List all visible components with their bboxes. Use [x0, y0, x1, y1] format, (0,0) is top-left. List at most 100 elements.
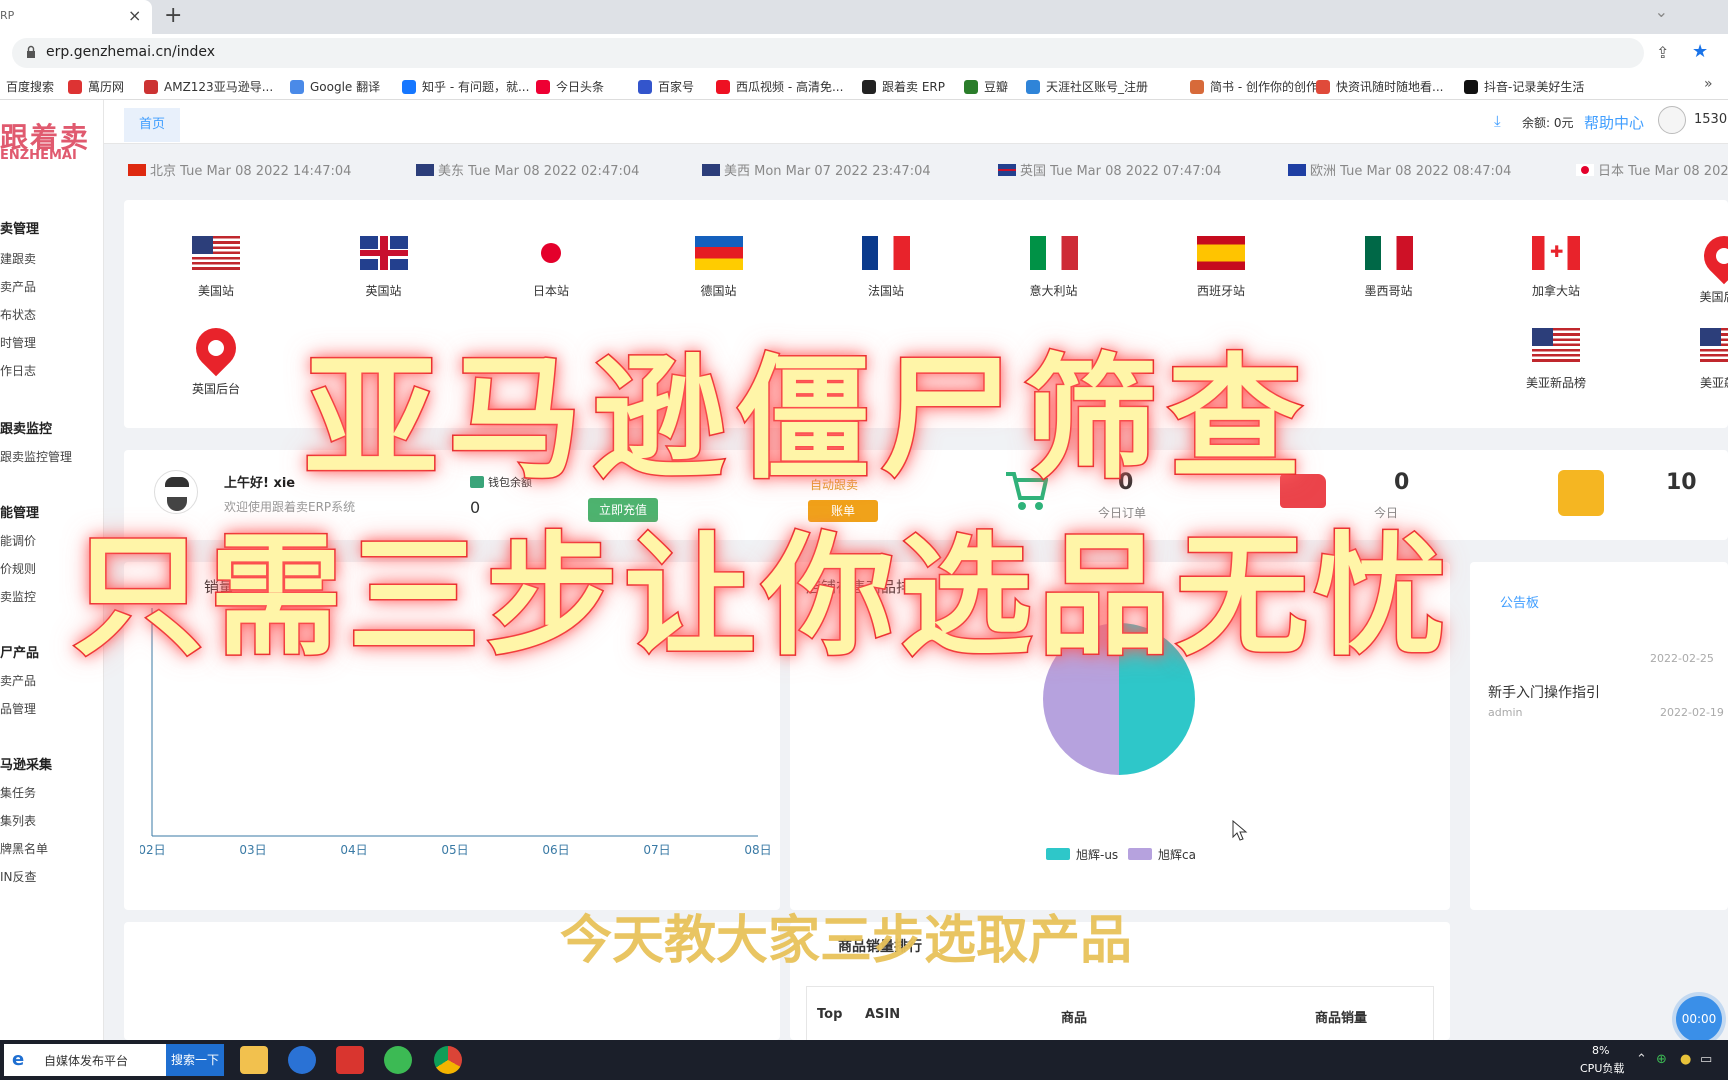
station-link[interactable]: 德国站 — [659, 236, 779, 299]
station-link[interactable]: 英国后台 — [156, 319, 276, 397]
bookmark-item[interactable]: 抖音-记录美好生活 — [1464, 78, 1584, 95]
close-tab-icon[interactable]: × — [128, 6, 141, 25]
browser-tab[interactable]: RP × — [0, 0, 152, 34]
chevron-down-icon[interactable]: ⌄ — [1655, 2, 1668, 21]
chrome-icon[interactable] — [434, 1046, 462, 1074]
bookmark-label: 知乎 - 有问题，就... — [422, 80, 530, 94]
address-bar[interactable]: erp.genzhemai.cn/index — [12, 38, 1644, 68]
legend-swatch[interactable] — [1046, 848, 1070, 860]
sidebar-item[interactable]: 能调价 — [0, 532, 36, 549]
bookmark-item[interactable]: 萬历网 — [68, 78, 124, 95]
world-clock: 北京 Tue Mar 08 2022 14:47:04 — [128, 160, 351, 179]
notice-title: 公告板 — [1500, 596, 1540, 611]
video-caption: 今天教大家三步选取产品 — [560, 911, 1133, 971]
bookmark-item[interactable]: 百家号 — [638, 78, 694, 95]
x-tick-label: 02日 — [140, 843, 166, 857]
sidebar-item[interactable]: 卖产品 — [0, 672, 36, 689]
station-link[interactable]: 美亚新品榜 — [1496, 328, 1616, 391]
sidebar-item[interactable]: 集列表 — [0, 812, 36, 829]
us-flag-icon — [1532, 328, 1580, 362]
sidebar-item[interactable]: 布状态 — [0, 306, 36, 323]
sidebar-group-title[interactable]: 尸产品 — [0, 642, 39, 661]
recording-timer[interactable]: 00:00 — [1676, 996, 1722, 1042]
user-id[interactable]: 1530 — [1694, 112, 1727, 127]
taskbar-search[interactable]: e 自媒体发布平台 — [4, 1044, 166, 1076]
tray-app-icon[interactable]: ● — [1680, 1052, 1691, 1067]
notice-item[interactable]: 新手入门操作指引 — [1488, 682, 1600, 702]
station-link[interactable]: 意大利站 — [994, 236, 1114, 299]
station-link[interactable]: 美亚飙升 — [1664, 328, 1728, 391]
us-flag-icon — [702, 163, 720, 176]
network-icon[interactable]: ▭ — [1700, 1052, 1712, 1067]
sidebar-group-title[interactable]: 卖管理 — [0, 218, 39, 237]
store-count-value: 10 — [1666, 470, 1697, 495]
avatar[interactable] — [1658, 106, 1686, 134]
bookmark-item[interactable]: 知乎 - 有问题，就... — [402, 78, 529, 95]
station-link[interactable]: 加拿大站 — [1496, 236, 1616, 299]
station-name: 加拿大站 — [1531, 284, 1580, 298]
ie-browser-icon[interactable] — [288, 1046, 316, 1074]
sidebar-item[interactable]: 时管理 — [0, 334, 36, 351]
bookmark-icon — [402, 79, 416, 94]
station-link[interactable]: 日本站 — [491, 236, 611, 299]
station-link[interactable]: 西班牙站 — [1161, 236, 1281, 299]
bookmark-label: 西瓜视频 - 高清免... — [736, 80, 844, 94]
bookmark-item[interactable]: 快资讯随时随地看... — [1316, 78, 1443, 95]
tab-home[interactable]: 首页 — [124, 108, 180, 142]
bookmark-icon — [290, 79, 304, 94]
us-flag-icon — [416, 163, 434, 176]
clock-text: 欧洲 Tue Mar 08 2022 08:47:04 — [1310, 164, 1512, 179]
sidebar-item[interactable]: 集任务 — [0, 784, 36, 801]
bookmark-item[interactable]: Google 翻译 — [290, 78, 380, 95]
chevron-up-icon[interactable]: ⌃ — [1636, 1052, 1647, 1067]
video-editor-icon[interactable] — [336, 1046, 364, 1074]
bookmark-item[interactable]: 今日头条 — [536, 78, 604, 95]
legend-label[interactable]: 旭辉-us — [1076, 846, 1118, 863]
bookmark-item[interactable]: 跟着卖 ERP — [862, 78, 945, 95]
bookmarks-more-icon[interactable]: » — [1704, 76, 1713, 92]
station-name: 美亚新品榜 — [1525, 376, 1586, 390]
bookmark-item[interactable]: AMZ123亚马逊导... — [144, 78, 273, 95]
sidebar-item[interactable]: 品管理 — [0, 700, 36, 717]
sidebar-item[interactable]: 建跟卖 — [0, 250, 36, 267]
add-icon[interactable]: ⊕ — [1656, 1052, 1667, 1067]
bookmark-icon — [144, 79, 158, 94]
sidebar-item[interactable]: 跟卖监控管理 — [0, 448, 72, 465]
sidebar-item[interactable]: 作日志 — [0, 362, 36, 379]
bookmark-item[interactable]: 西瓜视频 - 高清免... — [716, 78, 843, 95]
sidebar-group-title[interactable]: 能管理 — [0, 502, 39, 521]
ranking-table: Top ASIN 商品 商品销量 — [806, 986, 1434, 1040]
bookmark-icon — [1316, 79, 1330, 94]
sidebar-item[interactable]: 卖监控 — [0, 588, 36, 605]
share-icon[interactable]: ⇪ — [1656, 43, 1669, 62]
bookmark-item[interactable]: 天涯社区账号_注册 — [1026, 78, 1148, 95]
clock-text: 英国 Tue Mar 08 2022 07:47:04 — [1020, 164, 1222, 179]
station-link[interactable]: 美国站 — [156, 236, 276, 299]
taskbar-search-button[interactable]: 搜索一下 — [166, 1044, 224, 1076]
sidebar-group-title[interactable]: 马逊采集 — [0, 754, 52, 773]
world-clock: 美西 Mon Mar 07 2022 23:47:04 — [702, 160, 931, 179]
station-link[interactable]: 墨西哥站 — [1329, 236, 1449, 299]
sidebar-group-title[interactable]: 跟卖监控 — [0, 418, 52, 437]
download-icon[interactable]: ⤓ — [1494, 112, 1501, 130]
station-link[interactable]: 英国站 — [324, 236, 444, 299]
star-icon[interactable]: ★ — [1692, 41, 1708, 62]
sidebar-item[interactable]: IN反查 — [0, 868, 37, 885]
help-center-link[interactable]: 帮助中心 — [1584, 112, 1644, 133]
station-link[interactable]: 法国站 — [826, 236, 946, 299]
world-clock: 欧洲 Tue Mar 08 2022 08:47:04 — [1288, 160, 1511, 179]
uk-flag-icon — [359, 236, 408, 270]
legend-swatch[interactable] — [1128, 848, 1152, 860]
station-link[interactable]: 美国后台 — [1664, 227, 1728, 305]
sidebar-item[interactable]: 价规则 — [0, 560, 36, 577]
station-name: 法国站 — [867, 284, 904, 298]
bookmark-item[interactable]: 豆瓣 — [964, 78, 1008, 95]
bookmark-item[interactable]: 百度搜索 — [6, 78, 54, 95]
file-explorer-icon[interactable] — [240, 1046, 268, 1074]
wechat-icon[interactable] — [384, 1046, 412, 1074]
legend-label[interactable]: 旭辉ca — [1158, 846, 1196, 863]
new-tab-icon[interactable]: + — [164, 3, 182, 28]
sidebar-item[interactable]: 卖产品 — [0, 278, 36, 295]
bookmark-item[interactable]: 简书 - 创作你的创作 — [1190, 78, 1318, 95]
sidebar-item[interactable]: 牌黑名单 — [0, 840, 48, 857]
